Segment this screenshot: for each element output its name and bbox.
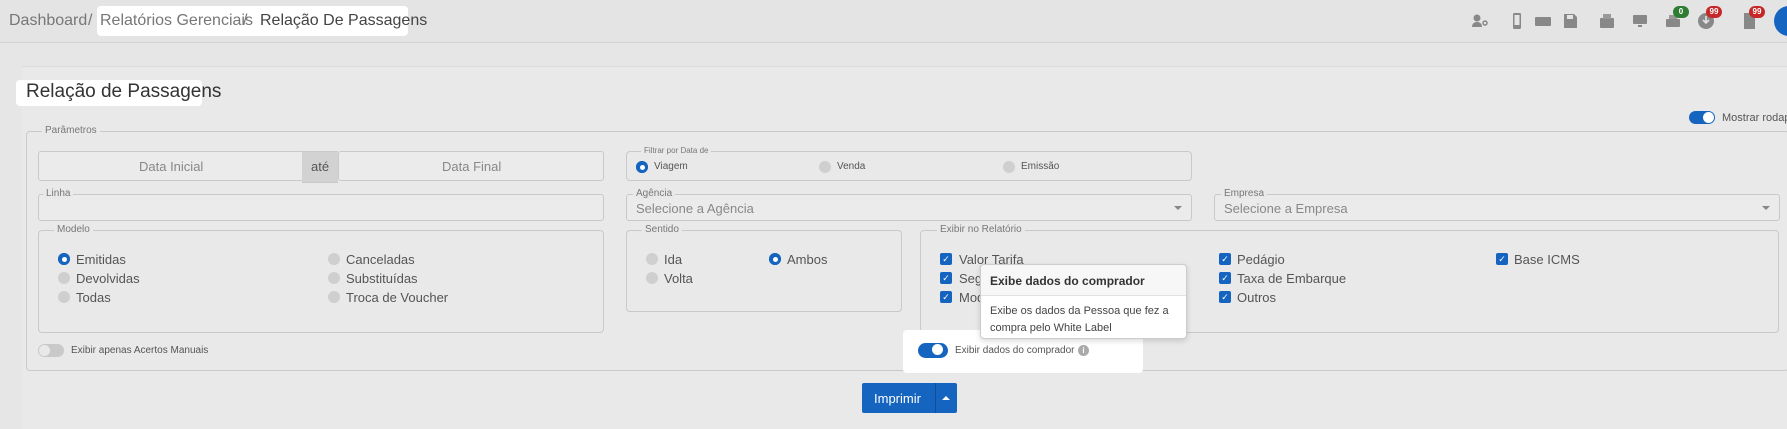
params-legend: Parâmetros [42, 125, 100, 136]
radio-ambos[interactable] [769, 253, 781, 265]
sentido-legend: Sentido [642, 224, 682, 235]
user-key-icon[interactable] [1471, 12, 1489, 30]
radio-emitidas[interactable] [58, 253, 70, 265]
buyer-data-toggle[interactable] [918, 343, 948, 358]
save-icon[interactable] [1561, 12, 1579, 30]
chevron-down-icon [1174, 206, 1182, 210]
document-icon[interactable]: 99 [1740, 6, 1765, 30]
show-footer-toggle[interactable] [1689, 111, 1715, 124]
only-manual-label: Exibir apenas Acertos Manuais [71, 345, 209, 356]
ticket-icon[interactable] [1534, 12, 1552, 30]
breadcrumb-home[interactable]: Dashboard [9, 12, 87, 30]
radio-emissao[interactable] [1003, 161, 1015, 173]
linha-label: Linha [43, 188, 74, 199]
check-taxa-embarque[interactable]: ✓ [1219, 272, 1231, 284]
check-seg-label: Seg [959, 271, 983, 286]
modelo-legend: Modelo [54, 224, 93, 235]
radio-devolvidas[interactable] [58, 272, 70, 284]
tooltip-title: Exibe dados do comprador [990, 274, 1145, 288]
breadcrumb-section[interactable]: Relatórios Gerenciais [100, 12, 253, 30]
date-from-placeholder: Data Inicial [139, 159, 204, 174]
exibir-legend: Exibir no Relatório [937, 224, 1025, 235]
fax-icon[interactable] [1598, 12, 1616, 30]
monitor-icon[interactable] [1631, 12, 1649, 30]
check-base-icms[interactable]: ✓ [1496, 253, 1508, 265]
radio-venda-label: Venda [837, 161, 866, 172]
check-mod[interactable]: ✓ [940, 291, 952, 303]
radio-emissao-label: Emissão [1021, 161, 1060, 172]
filter-date-fieldset [626, 151, 1192, 181]
date-between-label: até [311, 159, 330, 174]
linha-select[interactable] [38, 194, 604, 221]
buyer-data-label: Exibir dados do comprador [955, 345, 1075, 356]
radio-substituidas-label: Substituídas [346, 271, 418, 286]
check-seg[interactable]: ✓ [940, 272, 952, 284]
radio-devolvidas-label: Devolvidas [76, 271, 140, 286]
tooltip-body: Exibe os dados da Pessoa que fez a compr… [990, 305, 1169, 334]
printer-badge: 0 [1673, 6, 1689, 18]
agencia-placeholder: Selecione a Agência [636, 201, 754, 216]
radio-venda[interactable] [819, 161, 831, 173]
check-base-icms-label: Base ICMS [1514, 252, 1580, 267]
agencia-label: Agência [633, 188, 676, 199]
caret-up-icon[interactable] [942, 396, 950, 400]
radio-canceladas[interactable] [328, 253, 340, 265]
breadcrumb-separator: / [243, 12, 248, 29]
breadcrumb-current: Relação De Passagens [260, 12, 428, 29]
only-manual-toggle[interactable] [38, 344, 64, 357]
chevron-down-icon [1762, 206, 1770, 210]
buyer-data-tooltip: Exibe dados do comprador Exibe os dados … [980, 264, 1187, 339]
radio-ambos-label: Ambos [787, 252, 828, 267]
radio-troca-voucher[interactable] [328, 291, 340, 303]
radio-volta[interactable] [646, 272, 658, 284]
radio-ida-label: Ida [664, 252, 683, 267]
check-pedagio-label: Pedágio [1237, 252, 1285, 267]
radio-substituidas[interactable] [328, 272, 340, 284]
empresa-placeholder: Selecione a Empresa [1224, 201, 1348, 216]
radio-todas[interactable] [58, 291, 70, 303]
document-badge: 99 [1749, 6, 1765, 18]
breadcrumb-separator: / [88, 12, 93, 29]
radio-viagem-label: Viagem [654, 161, 688, 172]
radio-viagem[interactable] [636, 161, 648, 173]
print-button-divider [935, 383, 936, 413]
check-outros[interactable]: ✓ [1219, 291, 1231, 303]
mobile-icon[interactable] [1508, 12, 1526, 30]
download-icon[interactable]: 99 [1697, 6, 1722, 30]
date-to-placeholder: Data Final [442, 159, 502, 174]
show-footer-label: Mostrar rodap [1722, 112, 1787, 124]
check-outros-label: Outros [1237, 290, 1277, 305]
radio-canceladas-label: Canceladas [346, 252, 415, 267]
check-pedagio[interactable]: ✓ [1219, 253, 1231, 265]
printer-icon[interactable]: 0 [1664, 6, 1689, 30]
filter-date-legend: Filtrar por Data de [641, 146, 712, 155]
empresa-label: Empresa [1221, 188, 1268, 199]
check-valor-tarifa[interactable]: ✓ [940, 253, 952, 265]
print-button[interactable]: Imprimir [862, 383, 957, 413]
download-badge: 99 [1706, 6, 1722, 18]
check-taxa-embarque-label: Taxa de Embarque [1237, 271, 1347, 286]
radio-todas-label: Todas [76, 290, 111, 305]
radio-troca-voucher-label: Troca de Voucher [346, 290, 449, 305]
page-title: Relação de Passagens [26, 81, 222, 102]
radio-emitidas-label: Emitidas [76, 252, 126, 267]
radio-ida[interactable] [646, 253, 658, 265]
print-button-label: Imprimir [874, 391, 921, 406]
info-icon[interactable]: i [1078, 345, 1089, 356]
radio-volta-label: Volta [664, 271, 693, 286]
